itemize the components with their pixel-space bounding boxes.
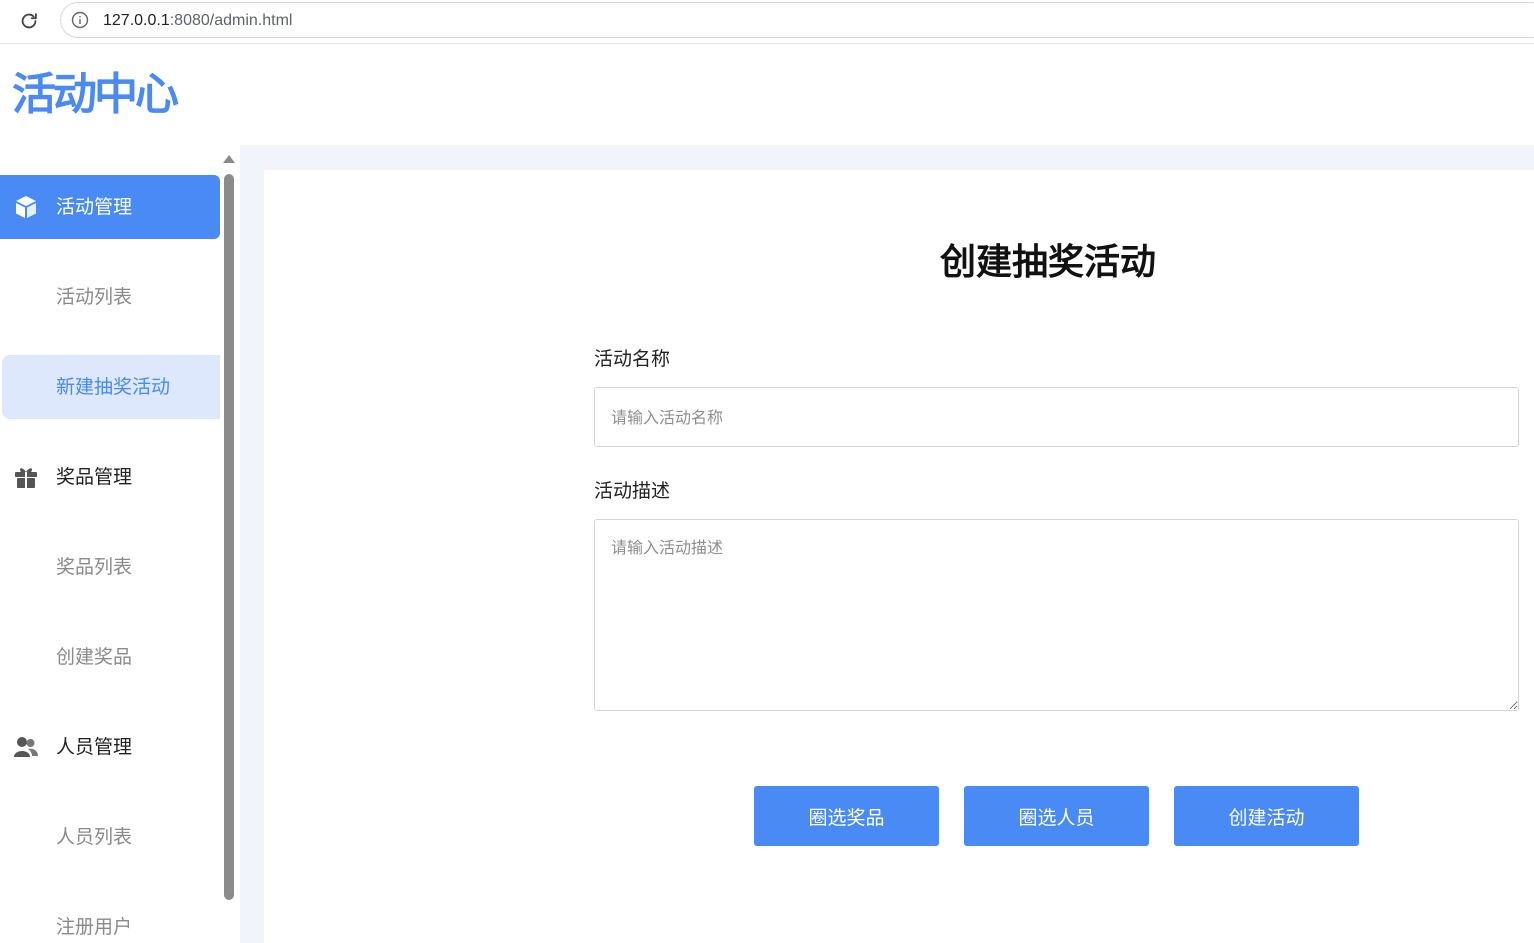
browser-toolbar: 127.0.0.1:8080/admin.html [0, 0, 1534, 44]
app-logo: 活动中心 [12, 69, 179, 120]
select-prizes-button[interactable]: 圈选奖品 [754, 786, 939, 846]
sidebar-item-label: 新建抽奖活动 [56, 376, 171, 398]
info-icon[interactable] [71, 11, 89, 29]
app-header: 活动中心 [0, 44, 1534, 145]
create-activity-button[interactable]: 创建活动 [1174, 786, 1359, 846]
activity-description-label: 活动描述 [594, 480, 671, 502]
select-people-button[interactable]: 圈选人员 [964, 786, 1149, 846]
page-title: 创建抽奖活动 [940, 242, 1157, 283]
sidebar-item-people-list[interactable]: 人员列表 [2, 805, 220, 869]
activity-name-input[interactable] [594, 387, 1519, 447]
sidebar-item-label: 注册用户 [56, 916, 133, 938]
url-path: :8080/admin.html [169, 12, 293, 29]
sidebar-group-label: 活动管理 [56, 196, 133, 218]
sidebar-item-activity-list[interactable]: 活动列表 [2, 265, 220, 329]
sidebar-item-label: 人员列表 [56, 826, 133, 848]
scroll-up-arrow-icon[interactable] [223, 155, 235, 163]
url-host: 127.0.0.1 [103, 12, 170, 29]
sidebar-item-prize-list[interactable]: 奖品列表 [2, 535, 220, 599]
sidebar-item-create-prize[interactable]: 创建奖品 [2, 625, 220, 689]
users-icon [12, 733, 40, 761]
sidebar-item-label: 奖品列表 [56, 556, 133, 578]
gift-icon [12, 463, 40, 491]
sidebar-group-prize-management[interactable]: 奖品管理 [0, 445, 220, 509]
sidebar: 活动管理 活动列表 新建抽奖活动 奖品管理 奖品列表 创建奖品 人员管理 人员列… [0, 145, 240, 943]
sidebar-item-new-lottery-activity[interactable]: 新建抽奖活动 [2, 355, 220, 419]
cube-icon [12, 193, 40, 221]
activity-name-label: 活动名称 [594, 348, 671, 370]
sidebar-scrollbar-thumb[interactable] [224, 174, 234, 900]
sidebar-item-register-user[interactable]: 注册用户 [2, 895, 220, 943]
sidebar-item-label: 创建奖品 [56, 646, 133, 668]
sidebar-item-label: 活动列表 [56, 286, 133, 308]
activity-description-textarea[interactable] [594, 519, 1519, 711]
sidebar-group-people-management[interactable]: 人员管理 [0, 715, 220, 779]
reload-icon[interactable] [16, 8, 42, 34]
address-bar[interactable]: 127.0.0.1:8080/admin.html [60, 2, 1534, 38]
url-text: 127.0.0.1:8080/admin.html [103, 11, 292, 31]
sidebar-group-label: 奖品管理 [56, 466, 133, 488]
sidebar-group-label: 人员管理 [56, 736, 133, 758]
sidebar-group-activity-management[interactable]: 活动管理 [0, 175, 220, 239]
